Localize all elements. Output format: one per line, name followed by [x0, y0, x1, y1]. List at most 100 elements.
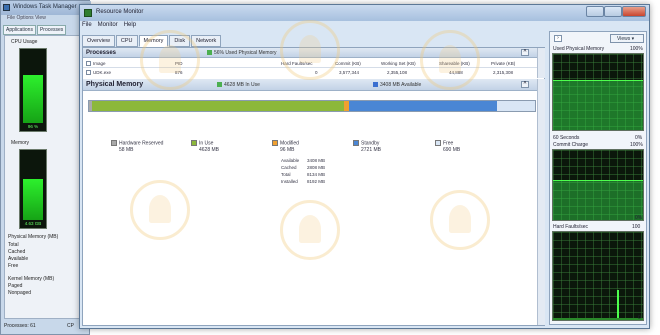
processes-info-text: 56% Used Physical Memory — [214, 50, 277, 56]
hard-faults-spike — [617, 290, 619, 320]
col-commit[interactable]: Commit (KB) — [335, 61, 361, 66]
cpu-usage-fill — [23, 75, 43, 123]
task-manager-tabs: Applications Processes — [3, 25, 89, 35]
used-memory-indicator-icon — [207, 50, 212, 56]
cpu-usage-label: CPU Usage — [11, 39, 38, 45]
col-image[interactable]: Image — [86, 61, 106, 67]
bar-in-use — [92, 101, 344, 111]
memory-label: Memory — [11, 140, 30, 146]
menu-help[interactable]: Help — [124, 22, 136, 28]
table-row[interactable]: UDK.exe 876 0 3,577,344 2,355,108 44,888… — [83, 69, 537, 77]
cpu-usage-meter: 96 % — [19, 48, 47, 132]
resource-monitor-app-icon — [84, 9, 92, 17]
stat-row-total: Total 8134 MB — [281, 172, 326, 177]
resource-monitor-menu: File Monitor Help — [82, 22, 142, 31]
stat-free: Free — [8, 263, 19, 269]
resource-monitor-title[interactable]: Resource Monitor — [80, 5, 649, 21]
commit-charge-area — [553, 180, 643, 220]
row-checkbox[interactable] — [86, 70, 91, 76]
kernel-memory-label: Kernel Memory (MB) — [8, 276, 55, 282]
stat-row-installed: Installed 8192 MB — [281, 179, 326, 184]
performance-panel: CPU Usage 96 % Memory 4.63 GB Physical M… — [4, 35, 88, 319]
memory-value: 4.63 GB — [24, 221, 42, 226]
processes-scrollbar[interactable] — [537, 48, 545, 78]
processes-section-header[interactable]: Processes 56% Used Physical Memory ^ — [83, 48, 537, 58]
stat-row-available: Available 3408 MB — [281, 158, 326, 163]
available-info-text: 3408 MB Available — [380, 82, 422, 88]
collapse-processes-icon[interactable]: ^ — [521, 49, 529, 56]
hard-faults-baseline — [553, 318, 643, 320]
menu-file[interactable]: File — [82, 22, 92, 28]
legend-modified: Modified 96 MB — [272, 140, 299, 153]
hard-faults-graph — [552, 231, 644, 321]
stat-row-cached: Cached 2808 MB — [281, 165, 326, 170]
task-manager-menu[interactable]: File Options View — [3, 15, 89, 24]
physical-memory-section-header[interactable]: Physical Memory 4628 MB In Use 3408 MB A… — [83, 79, 537, 91]
time-span-label: 60 Seconds — [553, 135, 580, 141]
collapse-physical-memory-icon[interactable]: ^ — [521, 81, 529, 88]
col-shareable[interactable]: Shareable (KB) — [439, 61, 470, 66]
tab-overview[interactable]: Overview — [82, 35, 115, 47]
tab-processes[interactable]: Processes — [36, 25, 67, 35]
cpu-usage-value: 96 % — [27, 124, 39, 129]
time-span-value: 0% — [635, 135, 643, 141]
main-scrollbar[interactable] — [537, 79, 545, 325]
available-info: 3408 MB Available — [373, 82, 421, 88]
in-use-info-text: 4628 MB In Use — [224, 82, 260, 88]
row-image: UDK.exe — [86, 70, 111, 76]
bar-standby — [349, 101, 497, 111]
resource-monitor-tabs: Overview CPU Memory Disk Network — [82, 35, 222, 47]
hard-faults-min: 0 — [638, 315, 641, 321]
status-processes: Processes: 61 — [4, 323, 36, 329]
processes-header: Processes — [86, 50, 117, 56]
memory-tab-content: Processes 56% Used Physical Memory ^ Ima… — [82, 47, 545, 326]
stat-total: Total — [8, 242, 19, 248]
row-working-set: 2,355,108 — [387, 70, 408, 75]
in-use-indicator-icon — [217, 82, 222, 88]
row-hard-faults: 0 — [315, 70, 318, 75]
memory-meter: 4.63 GB — [19, 149, 47, 229]
col-hard-faults[interactable]: Hard Faults/sec — [281, 61, 313, 66]
in-use-info: 4628 MB In Use — [217, 82, 260, 88]
used-physical-memory-value: 100% — [630, 46, 643, 52]
resource-monitor-window: Resource Monitor File Monitor Help Overvie… — [79, 4, 650, 329]
memory-fill — [23, 179, 43, 220]
graph-pane: › Views ▾ Used Physical Memory 100% 60 S… — [549, 31, 647, 325]
tab-cpu[interactable]: CPU — [115, 35, 138, 47]
task-manager-title[interactable]: Windows Task Manager — [1, 1, 91, 15]
tab-disk[interactable]: Disk — [169, 35, 191, 47]
used-physical-memory-graph — [552, 53, 644, 131]
available-indicator-icon — [373, 82, 378, 88]
views-button[interactable]: Views ▾ — [610, 34, 644, 43]
used-physical-memory-label: Used Physical Memory — [553, 46, 605, 52]
desktop: Windows Task Manager File Options View A… — [0, 0, 660, 335]
tab-memory[interactable]: Memory — [138, 35, 169, 47]
commit-charge-min: 0% — [635, 215, 643, 221]
menu-monitor[interactable]: Monitor — [98, 22, 118, 28]
minimize-button[interactable] — [586, 6, 604, 17]
tab-applications[interactable]: Applications — [3, 25, 36, 35]
used-physical-memory-area — [553, 80, 643, 130]
stat-paged: Paged — [8, 283, 23, 289]
row-private: 2,315,308 — [493, 70, 514, 75]
close-button[interactable] — [622, 6, 646, 17]
maximize-button[interactable] — [604, 6, 622, 17]
tab-network[interactable]: Network — [191, 35, 222, 47]
row-pid: 876 — [175, 70, 183, 75]
select-all-checkbox[interactable] — [86, 61, 91, 67]
task-manager-app-icon — [3, 4, 10, 11]
status-cpu: CP — [67, 323, 74, 329]
commit-charge-value: 100% — [630, 142, 643, 148]
memory-usage-bar — [88, 100, 536, 112]
hard-faults-label: Hard Faults/sec — [553, 224, 589, 230]
col-pid[interactable]: PID — [175, 61, 183, 66]
col-private[interactable]: Private (KB) — [491, 61, 515, 66]
physical-memory-header: Physical Memory — [86, 81, 144, 88]
stat-cached: Cached — [8, 249, 26, 255]
task-manager-window: Windows Task Manager File Options View A… — [0, 0, 91, 335]
row-shareable: 44,888 — [449, 70, 463, 75]
legend-free: Free 690 MB — [435, 140, 460, 153]
processes-info: 56% Used Physical Memory — [207, 50, 277, 56]
collapse-graphs-icon[interactable]: › — [554, 35, 562, 42]
col-working-set[interactable]: Working Set (KB) — [381, 61, 416, 66]
